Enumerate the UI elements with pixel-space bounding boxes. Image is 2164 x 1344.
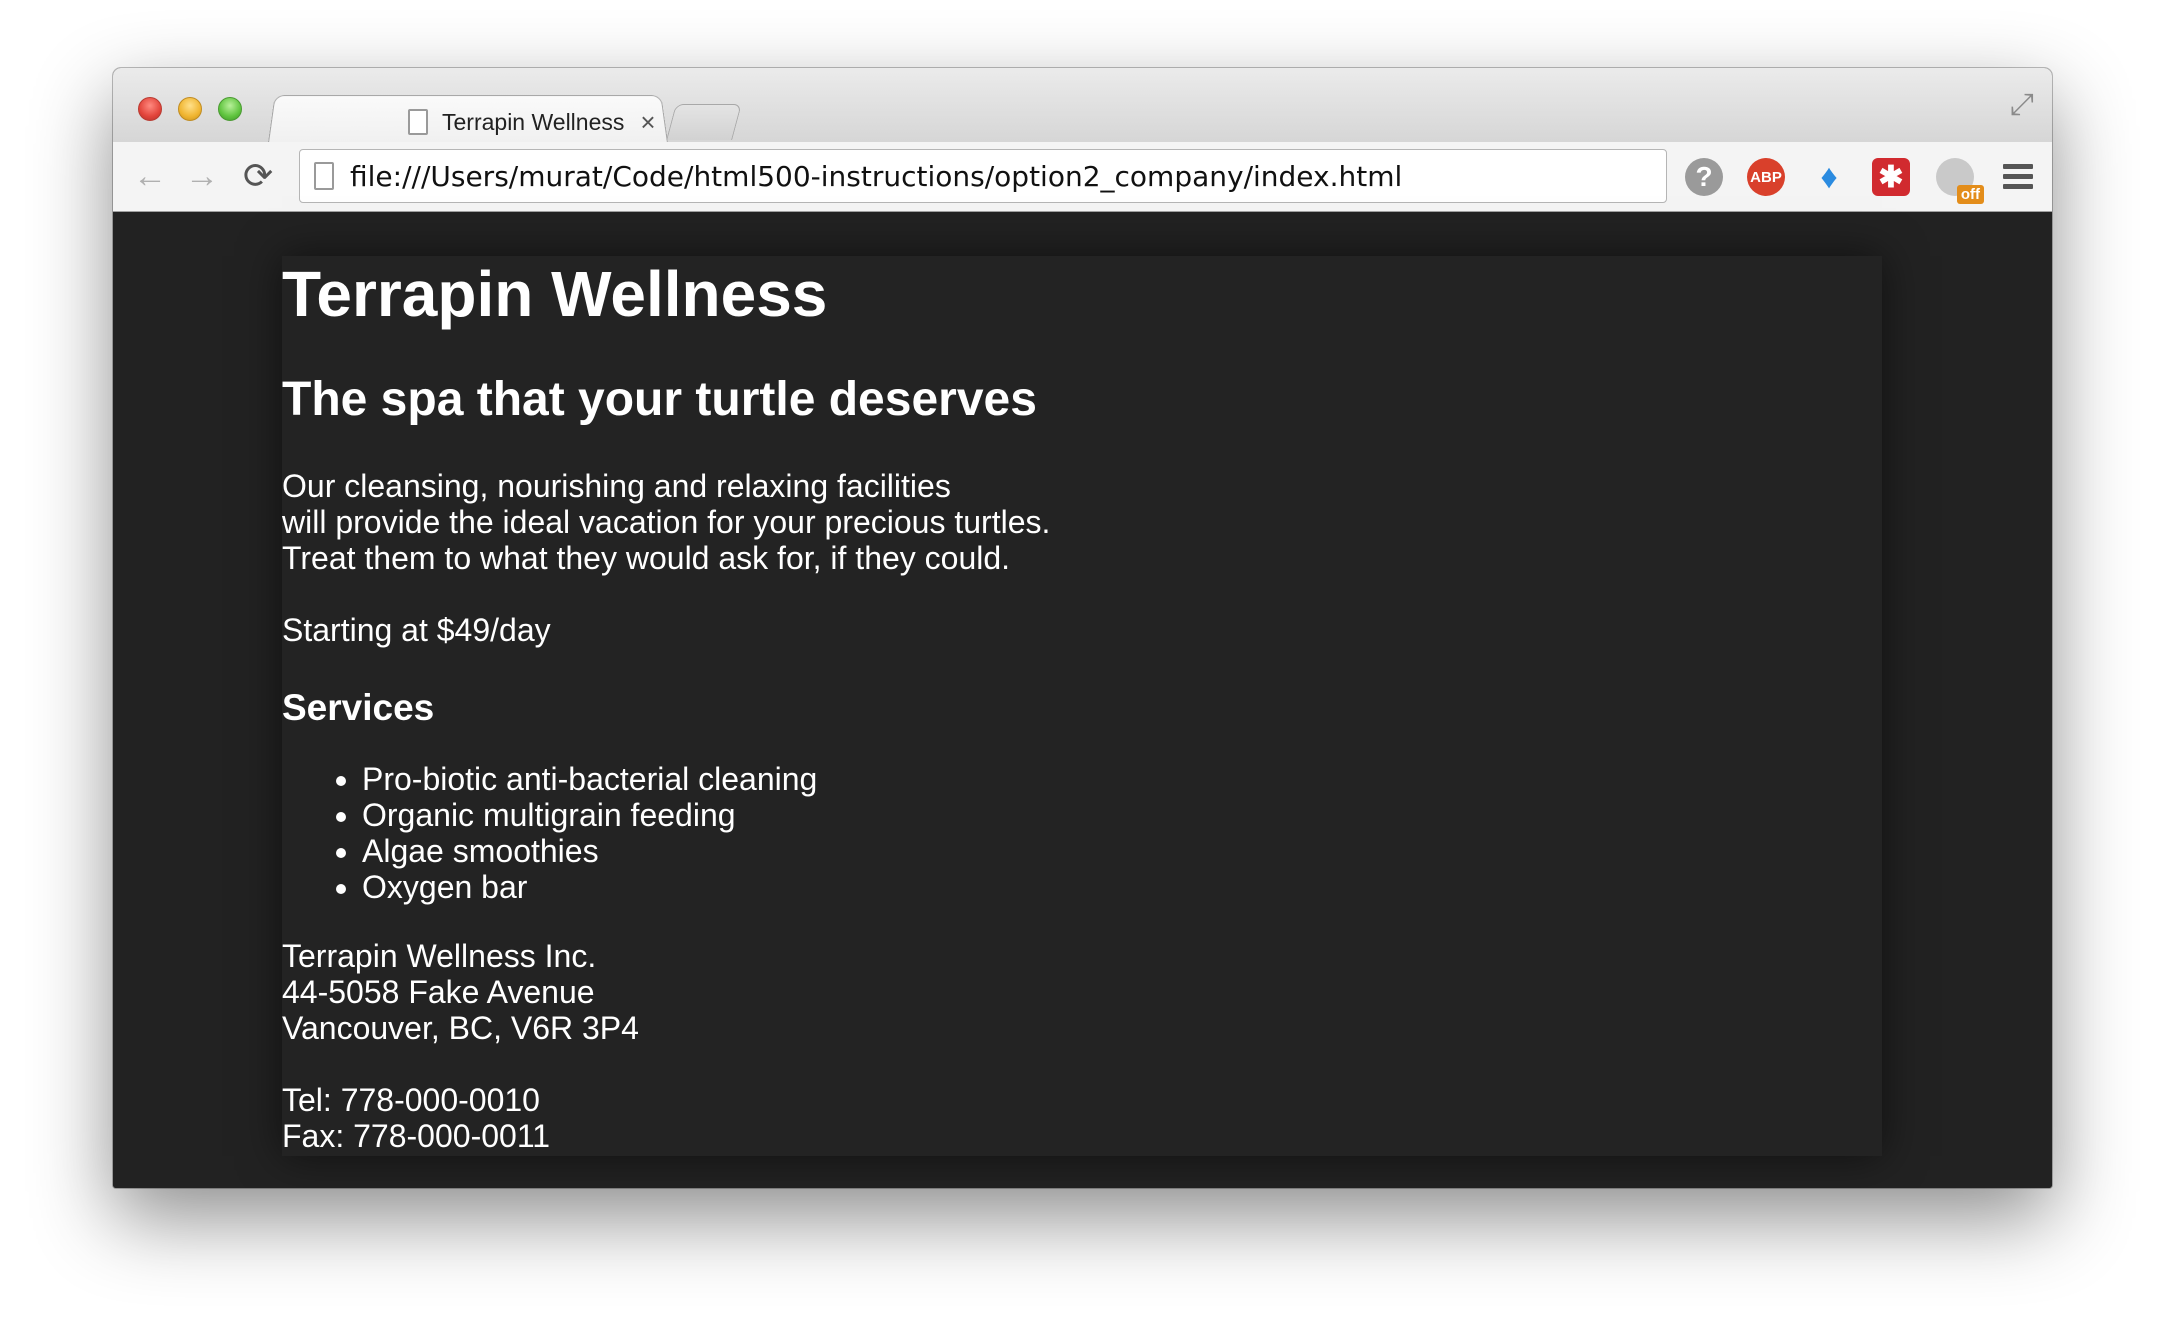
list-item: Algae smoothies — [362, 833, 817, 869]
tab-close-icon[interactable]: × — [633, 107, 663, 138]
gem-icon[interactable]: ♦ — [1810, 158, 1848, 196]
url-text[interactable]: file:///Users/murat/Code/html500-instruc… — [350, 160, 1402, 193]
page-content: Terrapin Wellness The spa that your turt… — [282, 256, 1882, 1156]
address-line: Terrapin Wellness Inc. — [282, 938, 597, 974]
phone-line: Tel: 778-000-0010 — [282, 1082, 540, 1118]
off-extension-icon[interactable]: off — [1936, 158, 1984, 204]
tagline: The spa that your turtle deserves — [282, 373, 1037, 426]
tab-content[interactable]: Terrapin Wellness × — [293, 102, 663, 142]
back-arrow-icon[interactable]: ← — [133, 156, 167, 196]
price-text: Starting at $49/day — [282, 612, 551, 648]
help-icon[interactable]: ? — [1685, 158, 1723, 196]
close-window-button[interactable] — [138, 97, 162, 121]
fax-line: Fax: 778-000-0011 — [282, 1118, 551, 1154]
browser-window: Terrapin Wellness × ⤢ ← → ⟳ file:///User… — [113, 68, 2052, 1188]
off-badge: off — [1956, 185, 1984, 204]
intro-line: Our cleansing, nourishing and relaxing f… — [282, 468, 951, 504]
menu-icon[interactable] — [2003, 164, 2033, 194]
new-tab-button[interactable] — [666, 104, 742, 140]
page-title: Terrapin Wellness — [282, 258, 828, 330]
page-icon — [314, 162, 334, 190]
intro-line: will provide the ideal vacation for your… — [282, 504, 1051, 540]
page-viewport: Terrapin Wellness The spa that your turt… — [113, 213, 2052, 1188]
page-icon — [408, 109, 428, 135]
adblock-plus-icon[interactable]: ABP — [1747, 158, 1785, 196]
reload-icon[interactable]: ⟳ — [243, 156, 273, 196]
maximize-window-button[interactable] — [218, 97, 242, 121]
address-bar[interactable]: file:///Users/murat/Code/html500-instruc… — [299, 149, 1667, 203]
list-item: Organic multigrain feeding — [362, 797, 817, 833]
intro-line: Treat them to what they would ask for, i… — [282, 540, 1011, 576]
lastpass-icon[interactable]: ✱ — [1872, 158, 1910, 196]
list-item: Oxygen bar — [362, 869, 817, 905]
services-heading: Services — [282, 687, 435, 728]
contact-block: Tel: 778-000-0010 Fax: 778-000-0011 — [282, 1082, 550, 1154]
fullscreen-icon[interactable]: ⤢ — [2010, 88, 2034, 122]
forward-arrow-icon[interactable]: → — [185, 156, 219, 196]
minimize-window-button[interactable] — [178, 97, 202, 121]
address-line: Vancouver, BC, V6R 3P4 — [282, 1010, 639, 1046]
services-list: Pro-biotic anti-bacterial cleaning Organ… — [362, 761, 817, 905]
address-block: Terrapin Wellness Inc. 44-5058 Fake Aven… — [282, 938, 639, 1046]
title-bar: Terrapin Wellness × ⤢ — [113, 68, 2052, 143]
list-item: Pro-biotic anti-bacterial cleaning — [362, 761, 817, 797]
tab-title: Terrapin Wellness — [442, 108, 625, 135]
address-line: 44-5058 Fake Avenue — [282, 974, 595, 1010]
intro-paragraph: Our cleansing, nourishing and relaxing f… — [282, 468, 1050, 576]
toolbar: ← → ⟳ file:///Users/murat/Code/html500-i… — [113, 142, 2052, 212]
